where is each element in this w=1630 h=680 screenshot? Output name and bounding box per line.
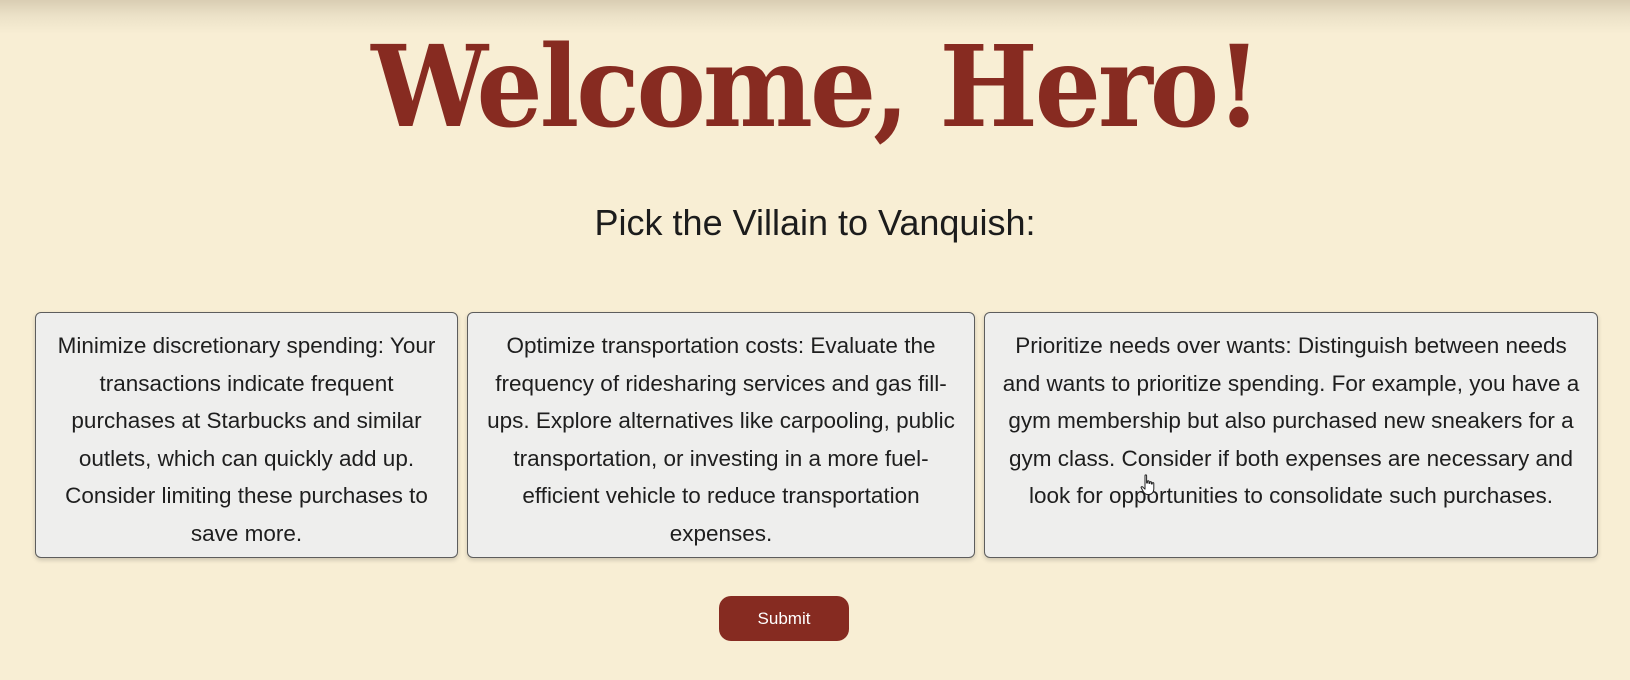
villain-option-card-2[interactable]: Optimize transportation costs: Evaluate …	[467, 312, 975, 558]
page-subtitle: Pick the Villain to Vanquish:	[594, 202, 1036, 243]
villain-option-card-3[interactable]: Prioritize needs over wants: Distinguish…	[984, 312, 1598, 558]
submit-button[interactable]: Submit	[719, 596, 849, 641]
page-title: Welcome, Hero!	[371, 20, 1262, 153]
villain-option-text: Prioritize needs over wants: Distinguish…	[1002, 333, 1580, 508]
villain-option-text: Optimize transportation costs: Evaluate …	[487, 333, 955, 546]
villain-option-card-1[interactable]: Minimize discretionary spending: Your tr…	[35, 312, 458, 558]
hand-pointer-icon	[1140, 474, 1155, 495]
villain-option-text: Minimize discretionary spending: Your tr…	[57, 333, 436, 546]
